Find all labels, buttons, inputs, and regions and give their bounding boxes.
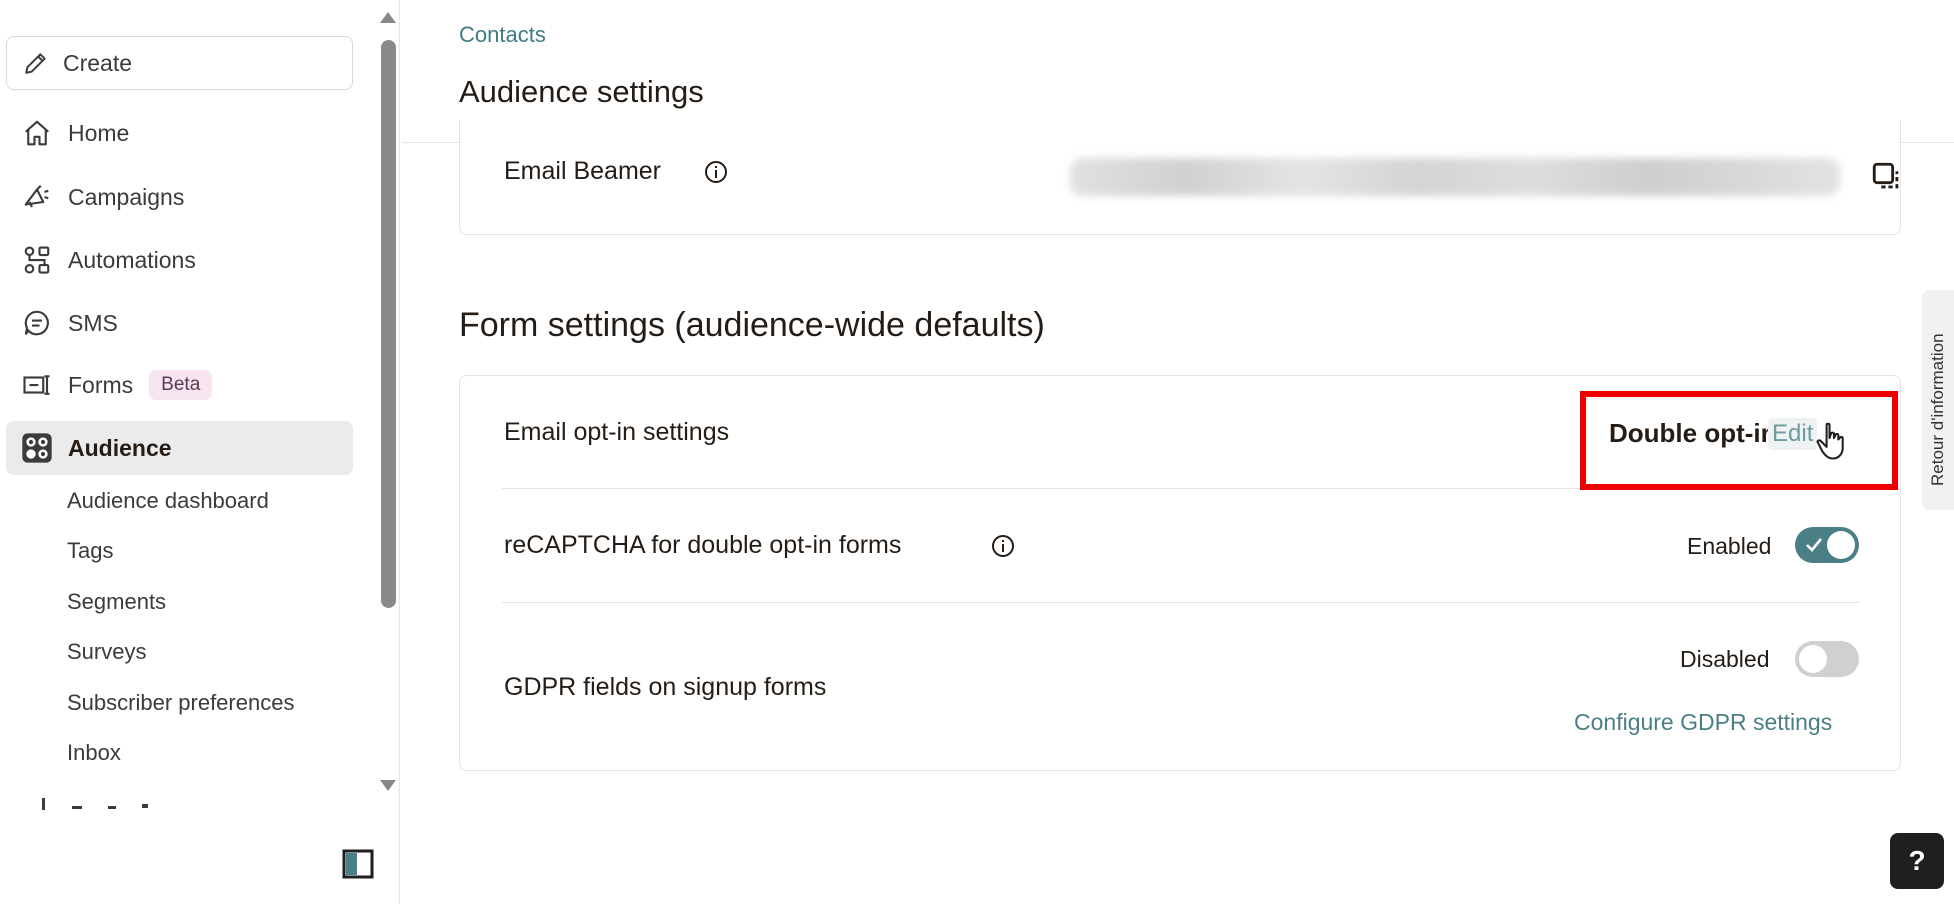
toggle-knob <box>1827 531 1855 559</box>
subnav-audience-dashboard[interactable]: Audience dashboard <box>67 488 269 514</box>
email-beamer-address-redacted <box>1070 158 1840 196</box>
email-beamer-label: Email Beamer <box>504 157 661 185</box>
home-icon <box>20 116 54 150</box>
nav-label: Audience <box>68 434 172 461</box>
gdpr-label: GDPR fields on signup forms <box>504 673 827 701</box>
info-icon[interactable] <box>991 534 1015 558</box>
pencil-icon <box>25 53 46 74</box>
subnav-segments[interactable]: Segments <box>67 589 166 615</box>
nav-item-audience[interactable]: Audience <box>6 421 353 475</box>
nav-item-campaigns[interactable]: Campaigns <box>6 170 353 224</box>
info-icon[interactable] <box>704 160 728 184</box>
recaptcha-label: reCAPTCHA for double opt-in forms <box>504 531 902 559</box>
gdpr-toggle[interactable] <box>1795 641 1859 677</box>
subnav-surveys[interactable]: Surveys <box>67 639 146 665</box>
beta-badge: Beta <box>149 370 213 400</box>
form-settings-title: Form settings (audience-wide defaults) <box>459 306 1045 344</box>
sms-icon <box>20 306 54 340</box>
audience-icon <box>20 431 54 465</box>
divider <box>502 602 1860 603</box>
nav-item-automations[interactable]: Automations <box>6 233 353 287</box>
highlight-annotation-box <box>1580 391 1898 490</box>
configure-gdpr-link[interactable]: Configure GDPR settings <box>1574 709 1832 736</box>
subnav-tags[interactable]: Tags <box>67 538 113 564</box>
help-button[interactable]: ? <box>1890 833 1944 889</box>
feedback-tab[interactable]: Retour d'information <box>1922 290 1954 510</box>
scroll-down-arrow-icon[interactable] <box>380 780 396 791</box>
nav-label: SMS <box>68 309 118 336</box>
subnav-inbox[interactable]: Inbox <box>67 740 121 766</box>
forms-icon <box>20 368 54 402</box>
gdpr-status: Disabled <box>1680 646 1770 672</box>
toggle-knob <box>1799 645 1827 673</box>
subnav-subscriber-preferences[interactable]: Subscriber preferences <box>67 690 294 716</box>
nav-item-forms[interactable]: Forms Beta <box>6 358 353 412</box>
nav-item-home[interactable]: Home <box>6 106 353 160</box>
copy-icon[interactable] <box>1870 160 1904 194</box>
nav-label: Forms <box>68 371 134 398</box>
sidebar: Create Home Campaigns Automations SMS Fo… <box>0 0 400 904</box>
main-content: Contacts Audience settings Email Beamer … <box>402 0 1954 904</box>
check-icon <box>1806 538 1823 552</box>
cut-off-nav-item[interactable] <box>38 796 158 810</box>
breadcrumb-contacts[interactable]: Contacts <box>459 22 546 48</box>
nav-label: Home <box>68 119 130 146</box>
sidebar-scrollbar-thumb[interactable] <box>381 40 396 608</box>
megaphone-icon <box>20 180 54 214</box>
recaptcha-toggle[interactable] <box>1795 527 1859 563</box>
nav-label: Automations <box>68 246 196 273</box>
page-title: Audience settings <box>459 74 704 109</box>
scroll-up-arrow-icon[interactable] <box>380 12 396 23</box>
email-beamer-card: Email Beamer <box>459 120 1901 235</box>
email-optin-label: Email opt-in settings <box>504 418 730 446</box>
create-button[interactable]: Create <box>6 36 353 90</box>
automation-icon <box>20 243 54 277</box>
nav-label: Campaigns <box>68 183 185 210</box>
create-label: Create <box>63 49 133 76</box>
feedback-tab-label: Retour d'information <box>1928 333 1947 486</box>
collapse-sidebar-icon[interactable] <box>342 848 374 880</box>
recaptcha-status: Enabled <box>1687 533 1772 559</box>
nav-item-sms[interactable]: SMS <box>6 296 353 350</box>
